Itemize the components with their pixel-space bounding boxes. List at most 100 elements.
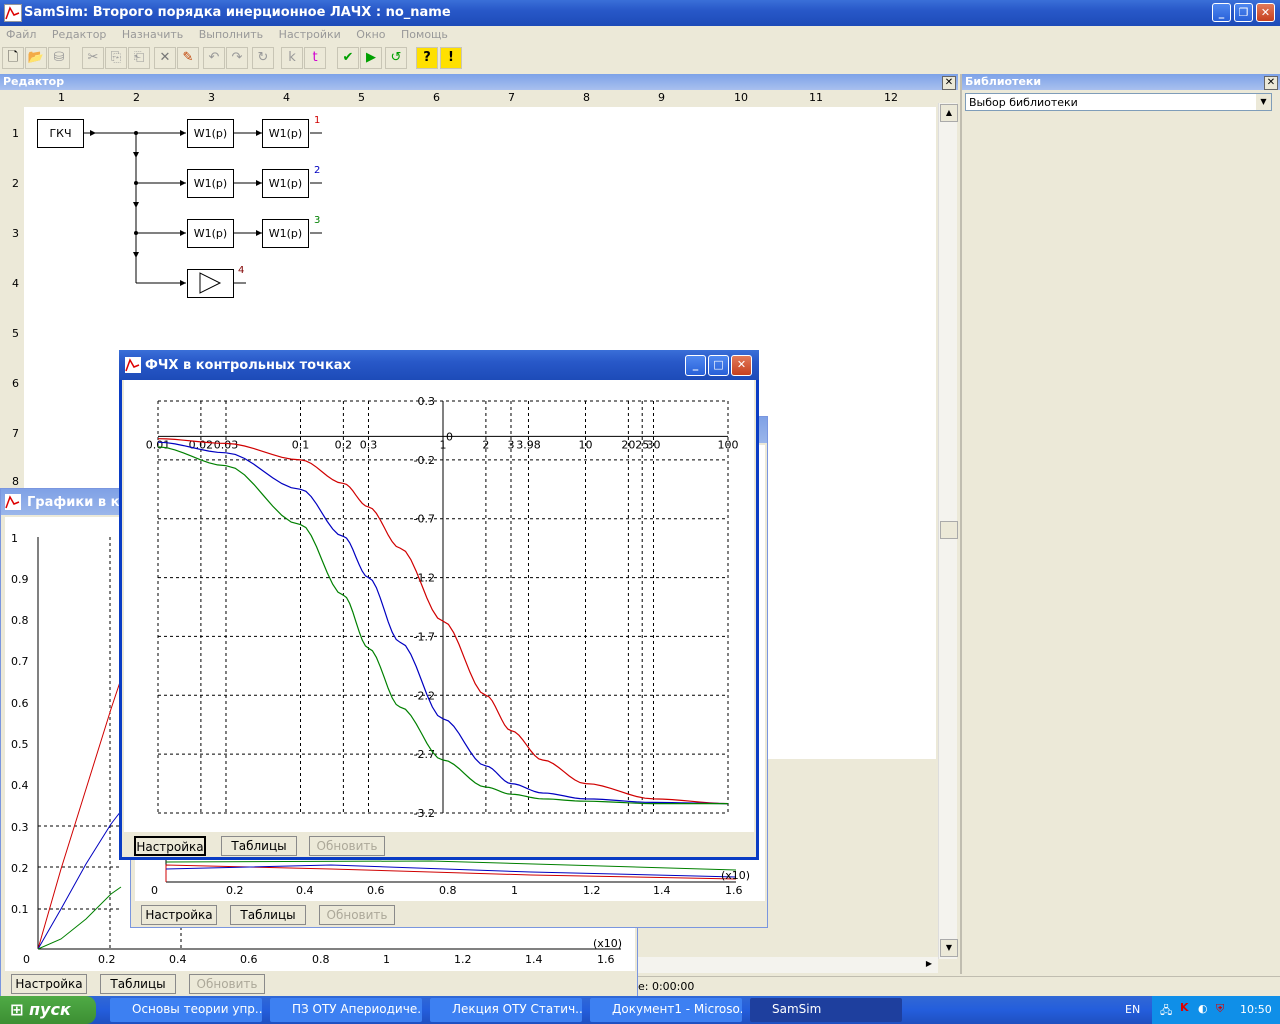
x-tick-label: 3 — [507, 438, 514, 451]
transfer-block[interactable]: W1(p) — [262, 119, 309, 148]
task-word-2[interactable]: ПЗ ОТУ Апериодиче... — [270, 998, 422, 1022]
output-label-4: 4 — [238, 265, 245, 276]
x-tick: 0.4 — [169, 953, 187, 966]
start-button[interactable]: ⊞ пуск — [0, 996, 96, 1024]
task-word-1[interactable]: Основы теории упр... — [110, 998, 262, 1022]
x-tick-label: 0.3 — [360, 438, 378, 451]
editor-hscrollbar[interactable]: ▶ — [638, 957, 938, 973]
task-word-4[interactable]: Документ1 - Microso... — [590, 998, 742, 1022]
editor-vscrollbar[interactable]: ▲ ▼ — [938, 103, 958, 959]
y-tick: 0.7 — [11, 655, 29, 668]
help-icon[interactable]: ? — [416, 47, 438, 69]
x-tick: 0.8 — [312, 953, 330, 966]
settings-button[interactable]: Настройка — [134, 836, 206, 856]
scroll-down-icon[interactable]: ▼ — [940, 939, 958, 957]
restart-icon[interactable]: ↺ — [385, 47, 407, 69]
col-label: 8 — [583, 91, 590, 104]
refresh-button[interactable]: Обновить — [309, 836, 385, 856]
menu-help[interactable]: Помощь — [401, 28, 448, 41]
phase-chart: 0.3-0.2-0.7-1.2-1.7-2.2-2.7-3.20.01 0.02 0… — [146, 395, 739, 820]
scroll-up-icon[interactable]: ▲ — [940, 104, 958, 122]
row-label: 7 — [12, 427, 19, 440]
status-bar: e: 0:00:00 — [638, 976, 1280, 997]
check-icon[interactable]: ✔ — [337, 47, 359, 69]
restore-button[interactable]: ❐ — [1234, 3, 1253, 22]
y-tick: 0.2 — [11, 862, 29, 875]
transfer-block[interactable]: W1(p) — [262, 169, 309, 198]
row-label: 6 — [12, 377, 19, 390]
col-label: 7 — [508, 91, 515, 104]
y-tick-label: -1.7 — [414, 630, 435, 643]
tables-button[interactable]: Таблицы — [100, 974, 176, 994]
x-tick: 1 — [383, 953, 390, 966]
amplifier-block[interactable] — [187, 269, 234, 298]
tables-button[interactable]: Таблицы — [230, 905, 306, 925]
x-tick: 0.6 — [240, 953, 258, 966]
security-icon[interactable]: ⛨ — [1216, 1002, 1224, 1016]
x-tick: 1.6 — [725, 884, 743, 897]
y-tick: 0.9 — [11, 573, 29, 586]
col-label: 11 — [809, 91, 823, 104]
network-icon[interactable]: 🖧 — [1160, 1002, 1172, 1021]
output-label-2: 2 — [314, 165, 321, 176]
x-tick-label: 0.2 — [335, 438, 353, 451]
x-tick: 1.4 — [525, 953, 543, 966]
row-label: 5 — [12, 327, 19, 340]
antivirus-icon[interactable]: K — [1180, 1001, 1189, 1014]
minimize-button[interactable]: _ — [1212, 3, 1231, 22]
task-samsim[interactable]: SamSim — [750, 998, 902, 1022]
language-indicator[interactable]: EN — [1125, 1003, 1140, 1016]
volume-icon[interactable]: ◐ — [1198, 1002, 1208, 1015]
phase-window: ФЧХ в контрольных точках _ □ ✕ 0.3 -0.2 -0… — [119, 350, 759, 860]
y-tick-label: -2.2 — [414, 689, 435, 702]
x-tick: 0.2 — [226, 884, 244, 897]
x-tick-label: 20 — [621, 438, 635, 451]
scroll-right-icon[interactable]: ▶ — [922, 957, 936, 971]
close-button[interactable]: ✕ — [1256, 3, 1275, 22]
y-tick: 0.4 — [11, 779, 29, 792]
zero-label: 0 — [446, 430, 453, 443]
windows-logo-icon: ⊞ — [10, 1000, 24, 1019]
generator-block[interactable]: ГКЧ — [37, 119, 84, 148]
libraries-close-icon[interactable]: ✕ — [1264, 76, 1278, 90]
taskbar: ⊞ пуск Основы теории упр... ПЗ ОТУ Апери… — [0, 996, 1280, 1024]
run-icon[interactable]: ▶ — [360, 47, 382, 69]
x-tick-label: 0.1 — [292, 438, 310, 451]
editor-close-icon[interactable]: ✕ — [942, 76, 956, 90]
y-tick: 0.5 — [11, 738, 29, 751]
tables-button[interactable]: Таблицы — [221, 836, 297, 856]
x-tick-label: 0.01 — [146, 438, 171, 451]
col-label: 10 — [734, 91, 748, 104]
output-label-3: 3 — [314, 215, 321, 226]
menu-window[interactable]: Окно — [356, 28, 385, 41]
task-word-3[interactable]: Лекция ОТУ Статич... — [430, 998, 582, 1022]
transfer-block[interactable]: W1(p) — [187, 119, 234, 148]
settings-button[interactable]: Настройка — [141, 905, 217, 925]
x-tick: 1.6 — [597, 953, 615, 966]
settings-button[interactable]: Настройка — [11, 974, 87, 994]
system-tray: 🖧 K ◐ ⛨ 10:50 — [1152, 996, 1280, 1024]
library-select[interactable]: Выбор библиотеки ▼ — [965, 93, 1272, 111]
x-tick: 0.8 — [439, 884, 457, 897]
x-tick: 1.2 — [454, 953, 472, 966]
refresh-button[interactable]: Обновить — [189, 974, 265, 994]
col-label: 9 — [658, 91, 665, 104]
block-diagram — [84, 130, 322, 294]
refresh-button[interactable]: Обновить — [319, 905, 395, 925]
transfer-block[interactable]: W1(p) — [187, 169, 234, 198]
info-icon[interactable]: ! — [440, 47, 462, 69]
transfer-block[interactable]: W1(p) — [262, 219, 309, 248]
col-label: 12 — [884, 91, 898, 104]
x-tick: 0 — [23, 953, 30, 966]
chevron-down-icon[interactable]: ▼ — [1256, 94, 1271, 110]
libraries-title: Библиотеки — [965, 75, 1042, 88]
y-tick-label: -3.2 — [414, 807, 435, 820]
x-tick: 0 — [151, 884, 158, 897]
status-time: e: 0:00:00 — [638, 980, 695, 993]
libraries-header: Библиотеки — [962, 74, 1280, 90]
output-label-1: 1 — [314, 115, 321, 126]
x-tick-label: 0.03 — [214, 438, 239, 451]
scroll-thumb[interactable] — [940, 521, 958, 539]
transfer-block[interactable]: W1(p) — [187, 219, 234, 248]
library-select-value: Выбор библиотеки — [969, 96, 1078, 109]
